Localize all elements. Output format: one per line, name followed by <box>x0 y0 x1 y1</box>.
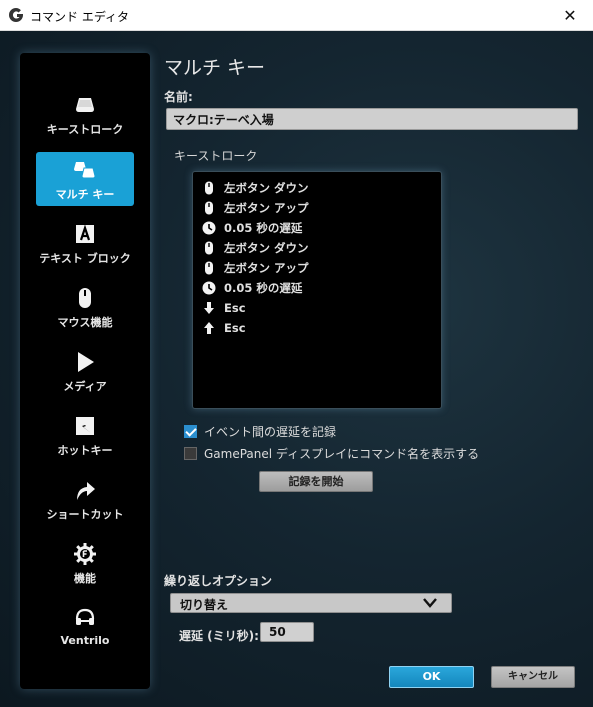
mouse-icon <box>205 261 213 275</box>
list-item[interactable]: 左ボタン アップ <box>193 258 441 278</box>
command-type-sidebar: キーストローク マルチ キー テキスト ブロック マウス機能 メディア ホットキ… <box>20 53 150 689</box>
title-bar: コマンド エディタ ✕ <box>0 0 593 31</box>
cancel-button[interactable]: キャンセル <box>491 666 575 688</box>
mouse-icon <box>205 241 213 255</box>
chevron-down-icon <box>423 598 437 608</box>
clock-icon <box>202 281 216 295</box>
keystroke-label: キーストローク <box>174 149 258 163</box>
start-recording-button[interactable]: 記録を開始 <box>259 471 373 492</box>
list-item[interactable]: Esc <box>193 318 441 338</box>
repeat-options-label: 繰り返しオプション <box>164 574 273 588</box>
ok-button[interactable]: OK <box>389 666 474 688</box>
multi-key-icon <box>74 162 96 179</box>
name-label: 名前: <box>164 90 193 104</box>
keystroke-list[interactable]: 左ボタン ダウン 左ボタン アップ 0.05 秒の遅延 左ボタン ダウン 左ボタ… <box>192 171 442 409</box>
record-delay-checkbox[interactable] <box>184 425 197 438</box>
list-item[interactable]: 0.05 秒の遅延 <box>193 218 441 238</box>
logitech-g-logo-icon <box>9 8 23 22</box>
sidebar-item-multi-key[interactable]: マルチ キー <box>36 152 134 206</box>
sidebar-item-keystroke[interactable]: キーストローク <box>36 87 134 141</box>
text-block-icon <box>76 224 94 243</box>
name-input[interactable] <box>166 108 578 130</box>
sidebar-item-function[interactable]: 機能 <box>36 536 134 590</box>
delay-label: 遅延 (ミリ秒): <box>179 629 259 643</box>
mouse-icon <box>205 181 213 195</box>
sidebar-item-hotkey[interactable]: ホットキー <box>36 408 134 462</box>
play-icon <box>78 352 94 372</box>
gamepanel-checkbox-row[interactable]: GamePanel ディスプレイにコマンド名を表示する <box>184 445 479 462</box>
list-item[interactable]: Esc <box>193 298 441 318</box>
page-title: マルチ キー <box>164 57 266 79</box>
arrow-down-icon <box>204 302 214 314</box>
sidebar-item-shortcut[interactable]: ショートカット <box>36 472 134 526</box>
record-delay-checkbox-row[interactable]: イベント間の遅延を記録 <box>184 423 336 440</box>
list-item[interactable]: 左ボタン ダウン <box>193 178 441 198</box>
sidebar-item-mouse-function[interactable]: マウス機能 <box>36 280 134 334</box>
editor-content: キーストローク マルチ キー テキスト ブロック マウス機能 メディア ホットキ… <box>0 31 593 707</box>
keycap-icon <box>76 98 94 112</box>
sidebar-item-text-block[interactable]: テキスト ブロック <box>36 216 134 270</box>
mouse-icon <box>205 201 213 215</box>
list-item[interactable]: 左ボタン アップ <box>193 198 441 218</box>
list-item[interactable]: 0.05 秒の遅延 <box>193 278 441 298</box>
mouse-icon <box>79 288 91 308</box>
close-icon: ✕ <box>563 6 577 25</box>
function-gear-icon <box>74 543 96 565</box>
sidebar-item-media[interactable]: メディア <box>36 344 134 398</box>
window-title: コマンド エディタ <box>30 10 129 24</box>
list-item[interactable]: 左ボタン ダウン <box>193 238 441 258</box>
arrow-up-icon <box>204 322 214 334</box>
headset-icon <box>75 608 95 625</box>
shortcut-arrow-icon <box>77 482 95 500</box>
close-button[interactable]: ✕ <box>547 0 593 31</box>
repeat-option-select[interactable]: 切り替え <box>170 593 452 613</box>
clock-icon <box>202 221 216 235</box>
delay-input[interactable] <box>260 622 314 642</box>
hotkey-icon <box>76 417 94 435</box>
gamepanel-checkbox[interactable] <box>184 447 197 460</box>
sidebar-item-ventrilo[interactable]: Ventrilo <box>36 600 134 654</box>
